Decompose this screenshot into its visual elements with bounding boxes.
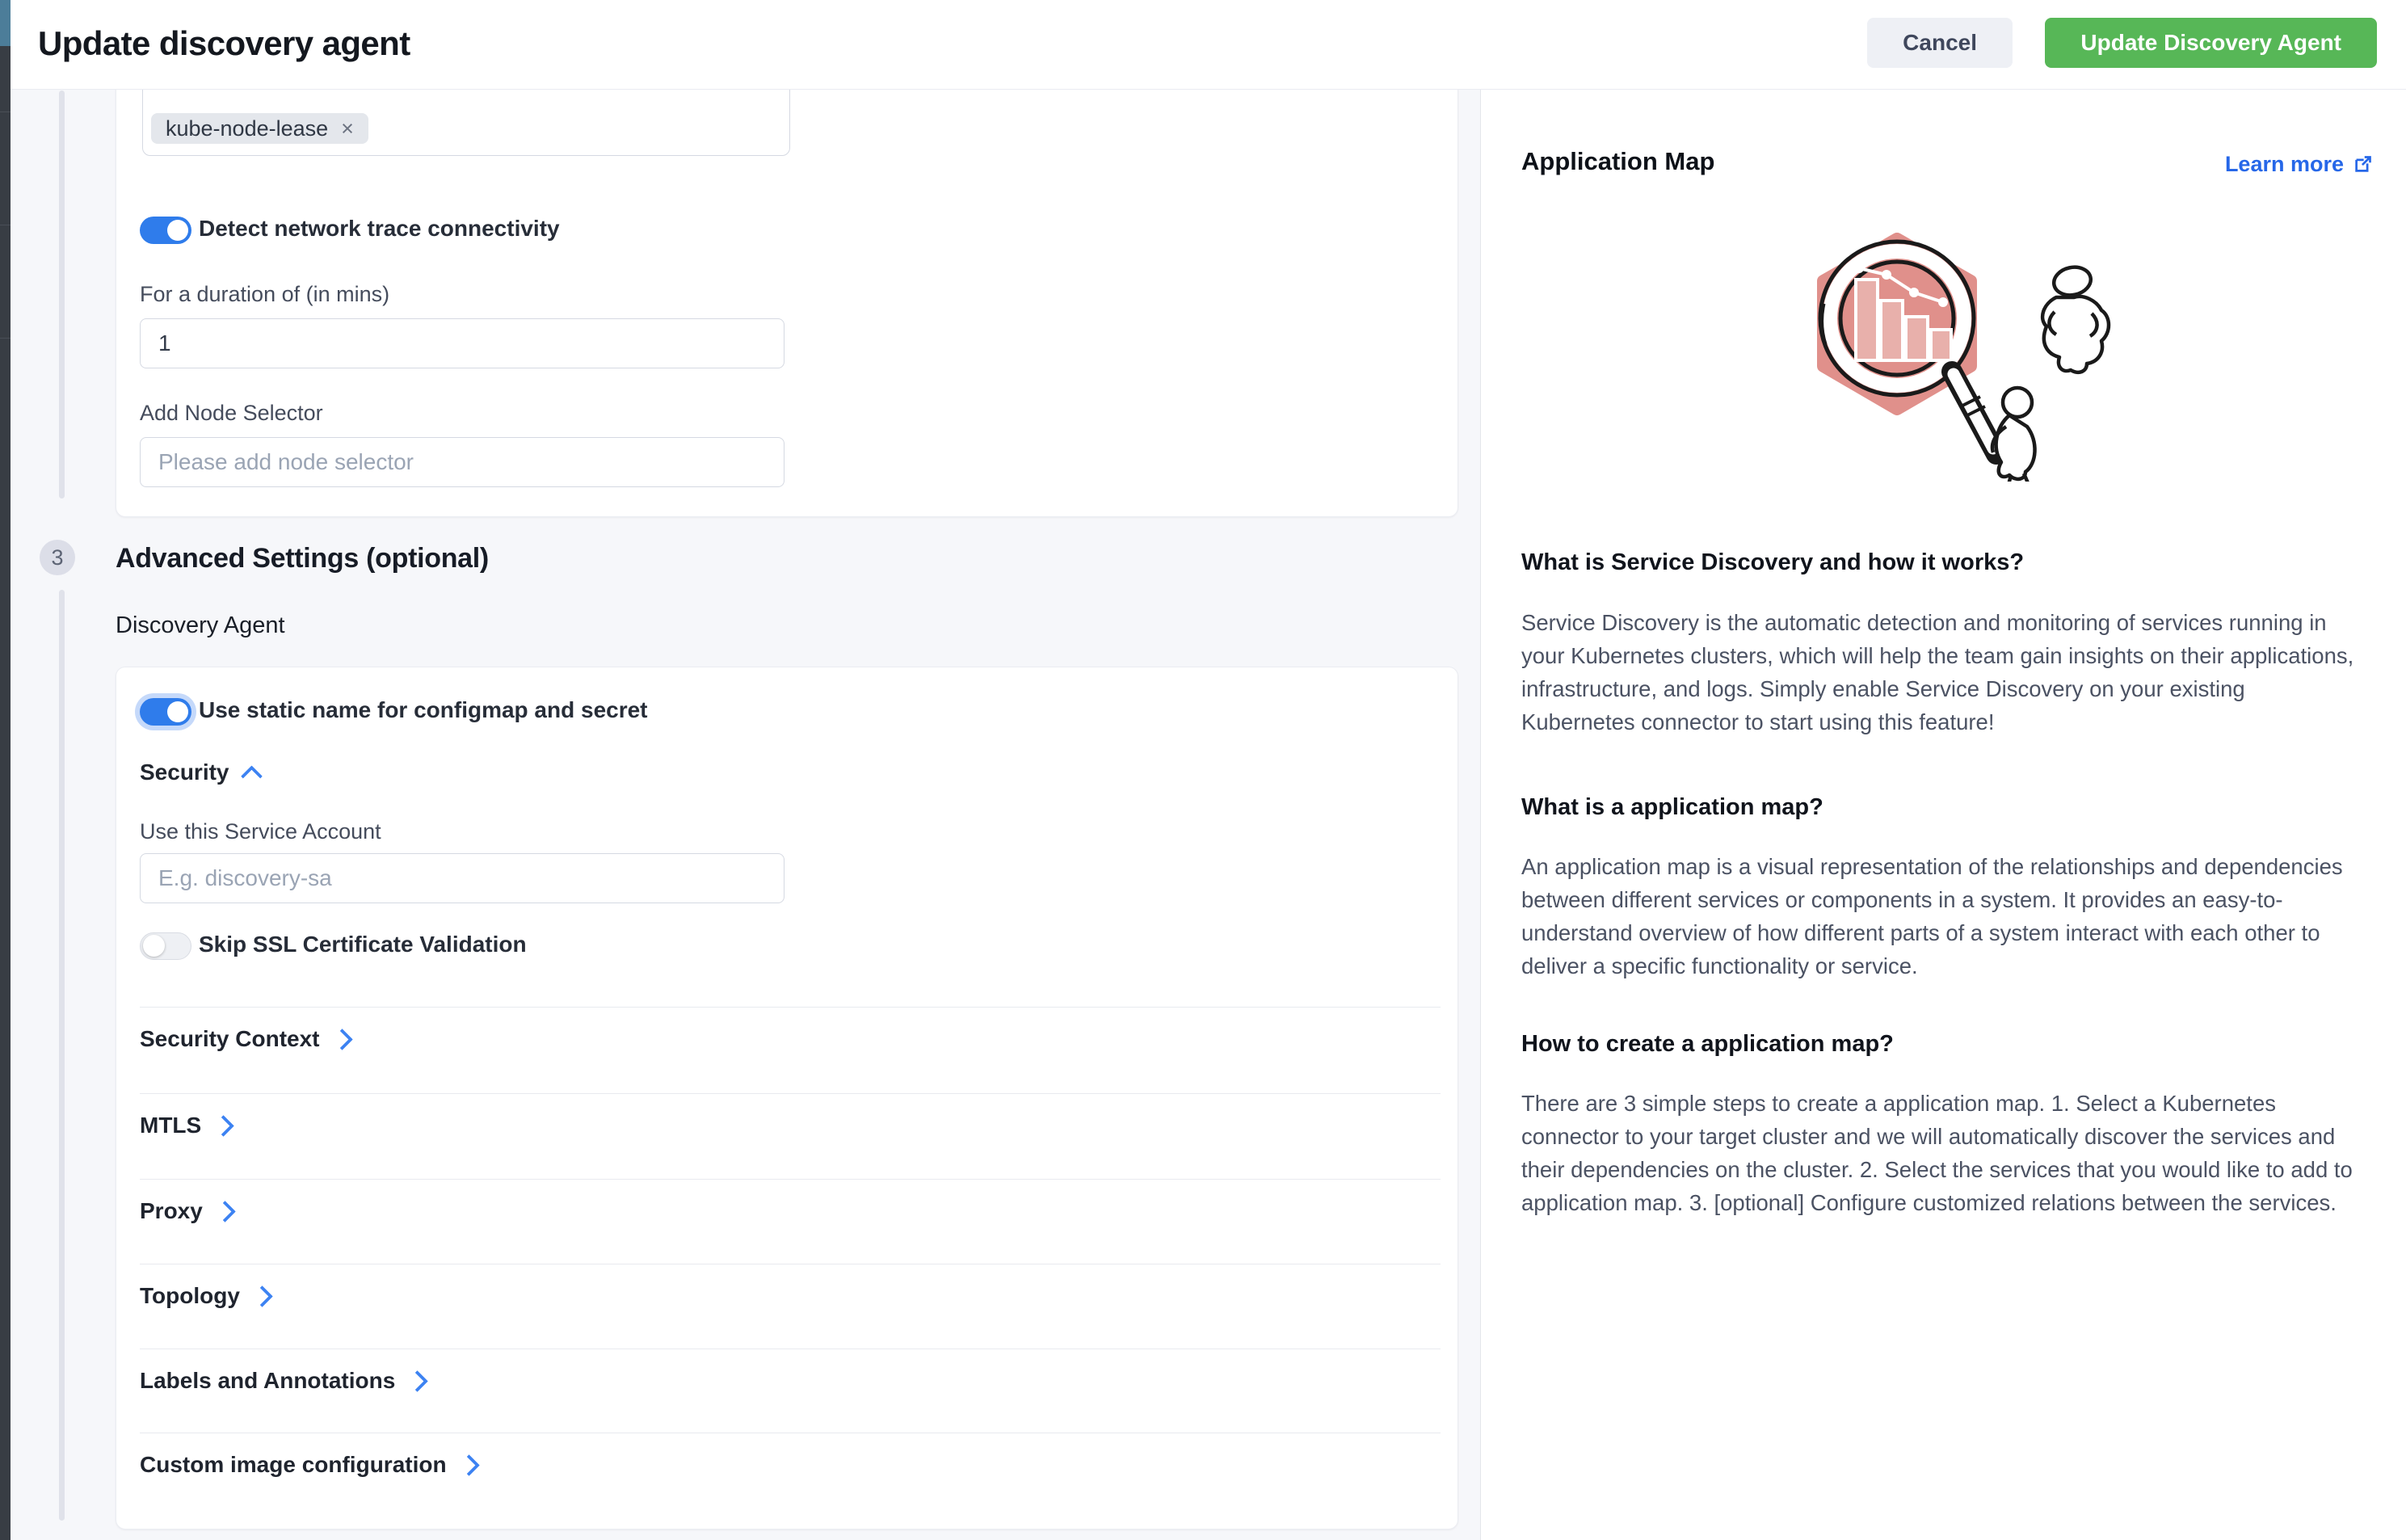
update-discovery-agent-button[interactable]: Update Discovery Agent <box>2045 18 2377 68</box>
divider <box>140 1179 1441 1180</box>
skip-ssl-toggle[interactable] <box>140 932 191 960</box>
section-heading: How to create a application map? <box>1521 1031 1894 1058</box>
namespace-tag: kube-node-lease × <box>151 113 368 144</box>
step-3-badge: 3 <box>40 540 75 575</box>
drawer-header: Update discovery agent Cancel Update Dis… <box>11 0 2406 90</box>
chevron-right-icon <box>406 1370 428 1392</box>
step-timeline-segment <box>59 590 65 1521</box>
divider <box>140 1093 1441 1094</box>
section-heading: What is a application map? <box>1521 794 1823 821</box>
node-selector-input[interactable] <box>140 437 784 487</box>
page-title: Update discovery agent <box>38 24 410 63</box>
chevron-right-icon <box>214 1201 236 1222</box>
discovery-agent-card: Use static name for configmap and secret… <box>116 667 1458 1529</box>
duration-label: For a duration of (in mins) <box>140 282 389 307</box>
chevron-right-icon <box>331 1029 353 1050</box>
skip-ssl-toggle-label: Skip SSL Certificate Validation <box>199 932 527 957</box>
chevron-right-icon <box>458 1454 480 1476</box>
background-header-strip <box>0 0 11 46</box>
chevron-up-icon <box>241 765 263 787</box>
small-figure <box>1992 388 2035 482</box>
security-section-label: Security <box>140 759 229 785</box>
large-figure <box>2042 264 2109 372</box>
duration-input[interactable] <box>140 318 784 368</box>
advanced-settings-heading: Advanced Settings (optional) <box>116 543 489 574</box>
labels-annotations-row[interactable]: Labels and Annotations <box>140 1365 425 1397</box>
toggle-knob <box>167 701 188 722</box>
row-label: Proxy <box>140 1198 203 1224</box>
row-label: Security Context <box>140 1026 320 1052</box>
namespace-tag-label: kube-node-lease <box>166 116 328 141</box>
application-map-illustration <box>1788 191 2127 486</box>
toggle-knob <box>143 935 165 957</box>
form-panel: 3 kube-node-lease × Detect network trace… <box>11 89 1481 1540</box>
topology-row[interactable]: Topology <box>140 1280 270 1312</box>
row-label: Topology <box>140 1283 240 1309</box>
security-context-row[interactable]: Security Context <box>140 1023 350 1055</box>
proxy-row[interactable]: Proxy <box>140 1195 233 1227</box>
network-trace-card: kube-node-lease × Detect network trace c… <box>116 89 1458 517</box>
detect-network-trace-toggle[interactable] <box>140 217 191 244</box>
section-body: Service Discovery is the automatic detec… <box>1521 606 2362 738</box>
toggle-knob <box>167 220 188 241</box>
detect-network-trace-label: Detect network trace connectivity <box>199 216 560 242</box>
cancel-button[interactable]: Cancel <box>1867 18 2013 68</box>
step-timeline-segment <box>59 90 65 499</box>
row-label: MTLS <box>140 1113 201 1138</box>
service-account-input[interactable] <box>140 853 784 903</box>
service-account-label: Use this Service Account <box>140 819 381 844</box>
namespace-tags-input[interactable]: kube-node-lease × <box>142 89 790 156</box>
custom-image-config-row[interactable]: Custom image configuration <box>140 1449 477 1481</box>
learn-more-link[interactable]: Learn more <box>2225 152 2374 177</box>
application-map-title: Application Map <box>1521 147 1714 176</box>
row-label: Custom image configuration <box>140 1452 447 1478</box>
static-name-toggle[interactable] <box>140 698 191 726</box>
remove-tag-icon[interactable]: × <box>341 118 354 140</box>
update-discovery-agent-drawer: Update discovery agent Cancel Update Dis… <box>11 0 2406 1540</box>
chevron-right-icon <box>251 1285 273 1307</box>
mtls-row[interactable]: MTLS <box>140 1109 231 1142</box>
magnifier-handle <box>1952 372 1996 454</box>
external-link-icon <box>2352 154 2374 175</box>
chevron-right-icon <box>212 1115 234 1137</box>
section-body: An application map is a visual represent… <box>1521 850 2362 982</box>
discovery-agent-label: Discovery Agent <box>116 612 285 639</box>
section-heading: What is Service Discovery and how it wor… <box>1521 549 2024 576</box>
row-label: Labels and Annotations <box>140 1368 395 1394</box>
application-map-panel: Application Map Learn more <box>1481 89 2406 1540</box>
divider <box>140 1007 1441 1008</box>
background-app-strip <box>0 0 11 1540</box>
security-section-toggle[interactable]: Security <box>140 759 259 785</box>
static-name-toggle-label: Use static name for configmap and secret <box>199 697 648 723</box>
learn-more-label: Learn more <box>2225 152 2344 177</box>
section-body: There are 3 simple steps to create a app… <box>1521 1087 2362 1219</box>
node-selector-label: Add Node Selector <box>140 401 323 426</box>
